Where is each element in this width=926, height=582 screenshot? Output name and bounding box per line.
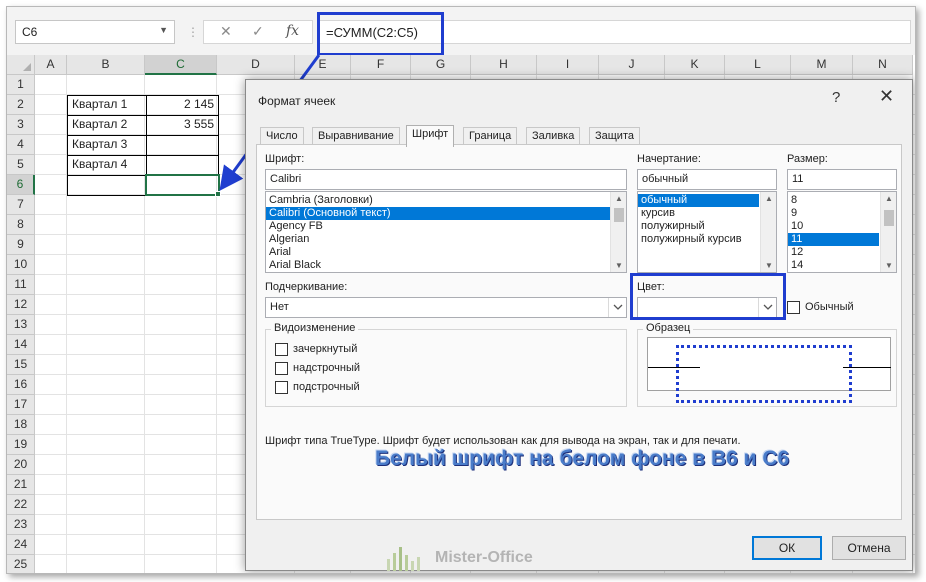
- normal-font-checkbox[interactable]: [787, 301, 800, 314]
- chevron-down-icon[interactable]: [608, 298, 626, 317]
- dialog-title: Формат ячеек: [258, 94, 336, 108]
- tab-font[interactable]: Шрифт: [406, 125, 455, 147]
- font-option[interactable]: Arial: [266, 246, 626, 259]
- size-input-value: 11: [792, 173, 804, 185]
- font-option[interactable]: Arial Black: [266, 259, 626, 272]
- font-list[interactable]: Cambria (Заголовки) Calibri (Основной те…: [265, 191, 627, 273]
- color-highlight: [630, 273, 786, 320]
- scroll-down-icon[interactable]: ▼: [885, 261, 893, 270]
- subscript-label: подстрочный: [293, 381, 360, 393]
- size-list[interactable]: 8 9 10 11 12 14 ▲ ▼: [787, 191, 897, 273]
- subscript-checkbox[interactable]: [275, 381, 288, 394]
- style-option[interactable]: полужирный: [638, 220, 776, 233]
- scroll-up-icon[interactable]: ▲: [885, 194, 893, 203]
- scroll-thumb[interactable]: [884, 210, 894, 226]
- scroll-up-icon[interactable]: ▲: [615, 194, 623, 203]
- size-label: Размер:: [787, 153, 828, 165]
- preview-title: Образец: [643, 322, 694, 334]
- watermark: Mister-Office: [385, 543, 533, 573]
- font-option[interactable]: Cambria (Заголовки): [266, 194, 626, 207]
- ok-button[interactable]: ОК: [752, 536, 822, 560]
- strikethrough-label: зачеркнутый: [293, 343, 358, 355]
- style-input[interactable]: обычный: [637, 169, 777, 190]
- size-input[interactable]: 11: [787, 169, 897, 190]
- style-label: Начертание:: [637, 153, 701, 165]
- watermark-logo-icon: [387, 547, 420, 571]
- scroll-down-icon[interactable]: ▼: [765, 261, 773, 270]
- superscript-checkbox[interactable]: [275, 362, 288, 375]
- font-option[interactable]: Agency FB: [266, 220, 626, 233]
- style-input-value: обычный: [642, 173, 689, 185]
- help-icon[interactable]: ?: [832, 89, 840, 106]
- font-info-text: Шрифт типа TrueType. Шрифт будет использ…: [265, 435, 741, 447]
- normal-font-label: Обычный: [805, 301, 854, 313]
- underline-select[interactable]: Нет: [265, 297, 627, 318]
- font-option[interactable]: Algerian: [266, 233, 626, 246]
- underline-label: Подчеркивание:: [265, 281, 348, 293]
- preview-highlight: [676, 345, 852, 403]
- scroll-up-icon[interactable]: ▲: [765, 194, 773, 203]
- excel-window: C6 ▼ ⋮ ✕ ✓ fx =СУММ(C2:C5) Квартал 1 2 1…: [6, 6, 916, 574]
- style-option-selected[interactable]: обычный: [638, 194, 759, 207]
- font-list-scrollbar[interactable]: ▲ ▼: [610, 192, 626, 272]
- style-list[interactable]: обычный курсив полужирный полужирный кур…: [637, 191, 777, 273]
- annotation-banner: Белый шрифт на белом фоне в B6 и C6: [375, 447, 790, 470]
- effects-title: Видоизменение: [271, 322, 359, 334]
- font-option-selected[interactable]: Calibri (Основной текст): [266, 207, 626, 220]
- strikethrough-checkbox[interactable]: [275, 343, 288, 356]
- style-list-scrollbar[interactable]: ▲ ▼: [760, 192, 776, 272]
- format-cells-dialog: Формат ячеек ? ✕ Число Выравнивание Шриф…: [245, 79, 913, 571]
- scroll-thumb[interactable]: [614, 208, 624, 222]
- cancel-button[interactable]: Отмена: [832, 536, 906, 560]
- font-label: Шрифт:: [265, 153, 305, 165]
- superscript-label: надстрочный: [293, 362, 360, 374]
- style-option[interactable]: полужирный курсив: [638, 233, 776, 246]
- watermark-text: Mister-Office: [435, 549, 533, 566]
- scroll-down-icon[interactable]: ▼: [615, 261, 623, 270]
- style-option[interactable]: курсив: [638, 207, 776, 220]
- size-list-scrollbar[interactable]: ▲ ▼: [880, 192, 896, 272]
- underline-value: Нет: [270, 301, 289, 313]
- size-option-selected[interactable]: 11: [788, 233, 879, 246]
- font-input[interactable]: Calibri: [265, 169, 627, 190]
- font-input-value: Calibri: [270, 173, 302, 185]
- close-icon[interactable]: ✕: [879, 86, 894, 107]
